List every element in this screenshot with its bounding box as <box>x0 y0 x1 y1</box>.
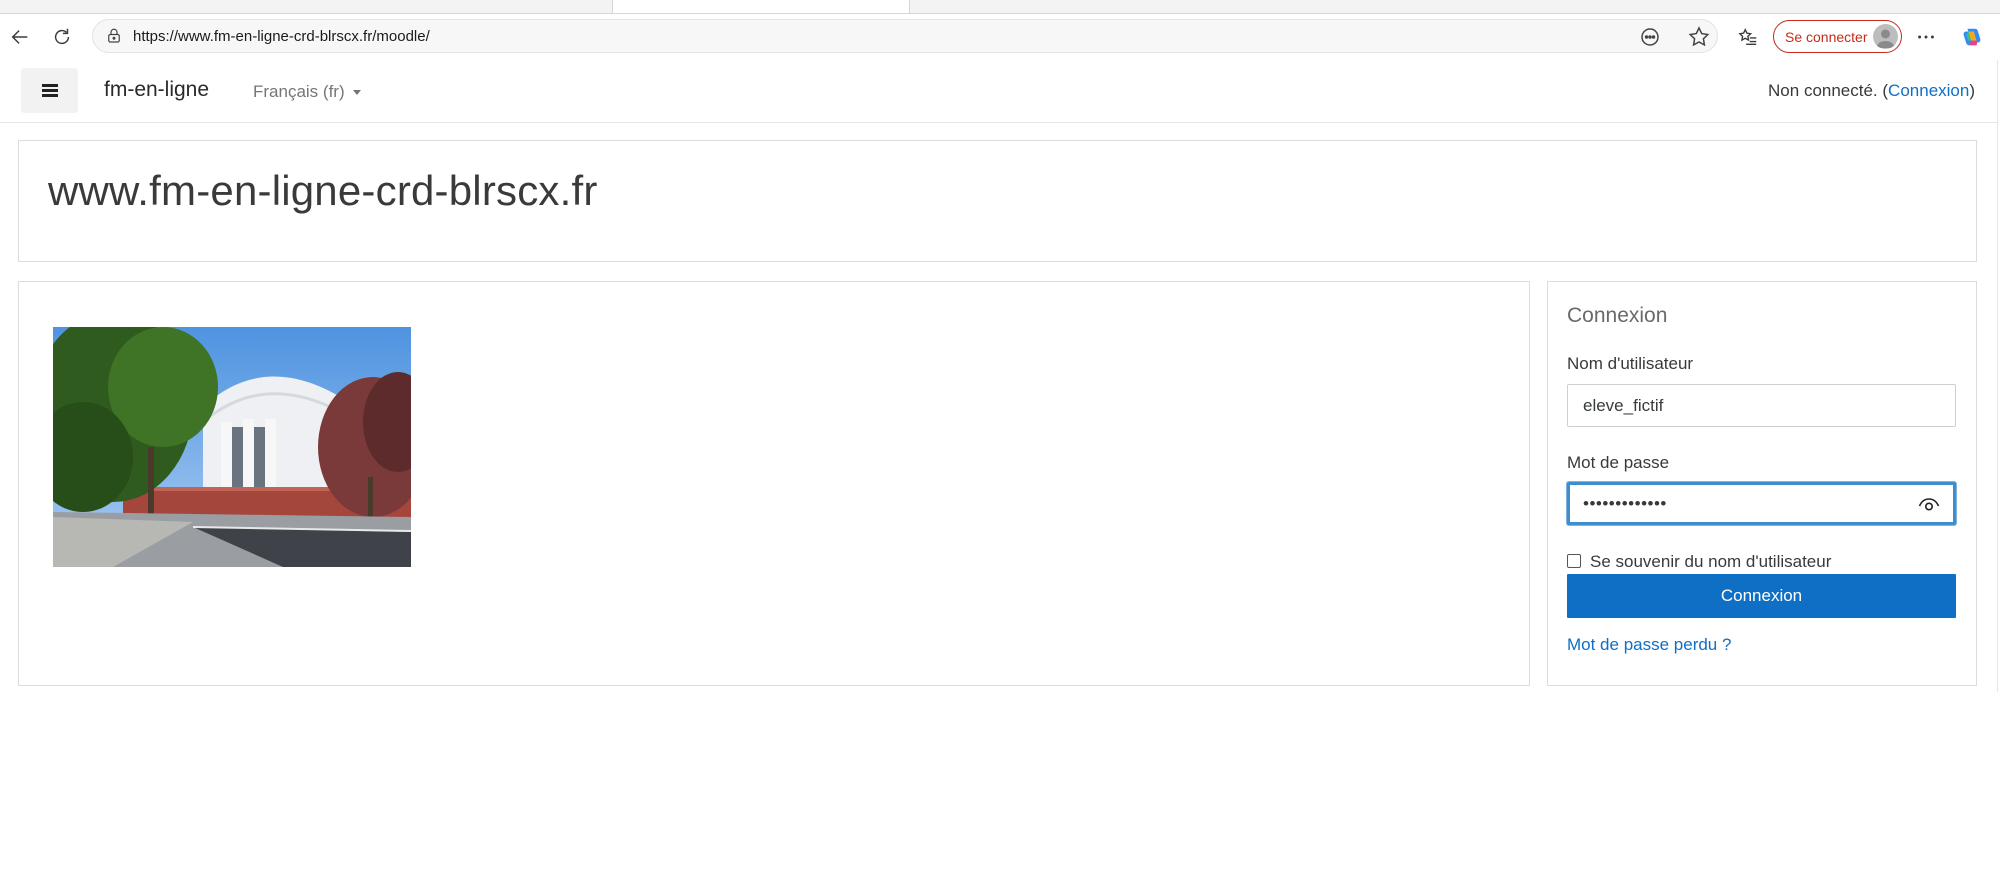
show-password-eye-icon[interactable] <box>1917 493 1941 517</box>
login-status-paren: ) <box>1969 81 1975 100</box>
caret-down-icon <box>352 90 361 96</box>
site-brand-link[interactable]: fm-en-ligne <box>104 78 209 102</box>
address-bar[interactable]: https://www.fm-en-ligne-crd-blrscx.fr/mo… <box>92 19 1718 53</box>
school-building-image <box>53 327 411 567</box>
browser-toolbar: https://www.fm-en-ligne-crd-blrscx.fr/mo… <box>0 14 2000 60</box>
login-link[interactable]: Connexion <box>1888 81 1969 100</box>
favorites-list-icon[interactable] <box>1732 21 1764 53</box>
site-title: www.fm-en-ligne-crd-blrscx.fr <box>48 167 598 214</box>
login-status-text: Non connecté. ( <box>1768 81 1889 100</box>
web-page: fm-en-ligne Français ‎(fr)‎ Non connecté… <box>0 60 2000 882</box>
favorite-star-icon[interactable] <box>1687 25 1711 49</box>
remember-username-label[interactable]: Se souvenir du nom d'utilisateur <box>1590 552 1831 572</box>
copilot-icon[interactable] <box>1956 21 1988 53</box>
password-field[interactable]: ••••••••••••• <box>1567 482 1956 525</box>
login-submit-button[interactable]: Connexion <box>1567 574 1956 618</box>
url-text[interactable]: https://www.fm-en-ligne-crd-blrscx.fr/mo… <box>133 28 430 45</box>
back-arrow-icon[interactable] <box>4 21 36 53</box>
sign-in-button[interactable]: Se connecter <box>1773 20 1902 53</box>
hamburger-menu-icon[interactable] <box>21 68 78 113</box>
moodle-navbar: fm-en-ligne Français ‎(fr)‎ Non connecté… <box>0 60 1997 123</box>
password-label: Mot de passe <box>1567 453 1670 472</box>
browser-tab[interactable] <box>612 0 910 13</box>
sign-in-label: Se connecter <box>1785 29 1868 45</box>
login-block: Connexion Nom d'utilisateur eleve_fictif… <box>1547 281 1977 686</box>
lock-icon[interactable] <box>105 27 123 45</box>
language-label: Français ‎(fr)‎ <box>253 82 345 101</box>
page-header: www.fm-en-ligne-crd-blrscx.fr <box>18 140 1977 262</box>
username-label: Nom d'utilisateur <box>1567 354 1694 373</box>
username-field[interactable]: eleve_fictif <box>1567 384 1956 427</box>
profile-avatar-icon <box>1873 24 1898 49</box>
login-status: Non connecté. (Connexion) <box>1768 81 1975 101</box>
browser-tab-strip <box>0 0 2000 14</box>
main-content-region <box>18 281 1530 686</box>
page-wrapper: fm-en-ligne Français ‎(fr)‎ Non connecté… <box>0 60 1998 692</box>
refresh-icon[interactable] <box>46 21 78 53</box>
password-value: ••••••••••••• <box>1583 494 1667 513</box>
remember-username-checkbox[interactable] <box>1567 554 1581 568</box>
username-value: eleve_fictif <box>1583 396 1664 415</box>
login-block-title: Connexion <box>1567 304 1668 327</box>
reader-mode-icon[interactable] <box>1638 25 1662 49</box>
lost-password-link[interactable]: Mot de passe perdu ? <box>1567 635 1731 655</box>
language-menu[interactable]: Français ‎(fr)‎ <box>253 82 361 102</box>
more-menu-icon[interactable] <box>1910 21 1942 53</box>
